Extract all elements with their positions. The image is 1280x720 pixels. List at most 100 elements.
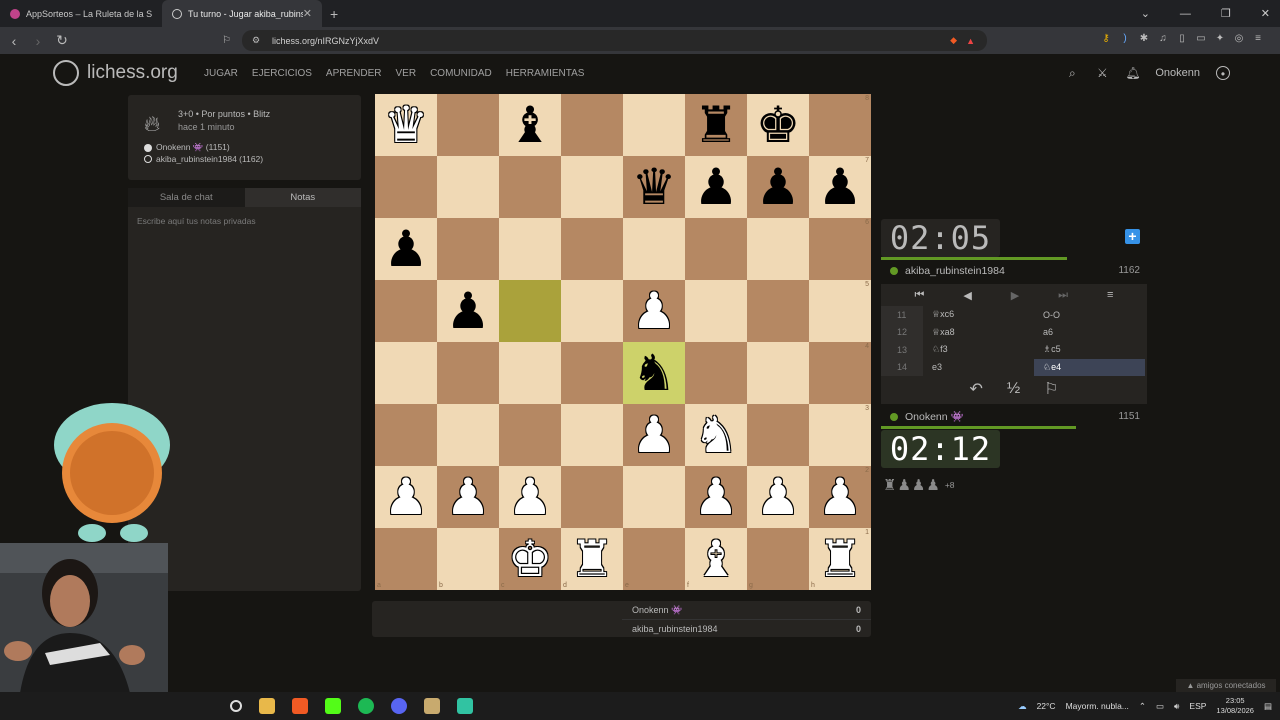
square-a6[interactable]: ♟ [375,218,437,280]
black-pawn-icon[interactable]: ♟ [818,162,863,212]
league-client-icon[interactable] [424,698,440,714]
white-pawn-icon[interactable]: ♟ [632,286,677,336]
square-e1[interactable]: e [623,528,685,590]
black-move[interactable]: ♗c5 [1034,341,1145,359]
square-c3[interactable] [499,404,561,466]
tab-chat-room[interactable]: Sala de chat [128,188,245,207]
square-c1[interactable]: ♚ c [499,528,561,590]
language-indicator[interactable]: ESP [1189,701,1206,711]
square-g5[interactable] [747,280,809,342]
square-c2[interactable]: ♟ [499,466,561,528]
square-d4[interactable] [561,342,623,404]
white-pawn-icon[interactable]: ♟ [818,472,863,522]
square-a5[interactable] [375,280,437,342]
square-d1[interactable]: ♜ d [561,528,623,590]
black-bishop-icon[interactable]: ♝ [508,100,553,150]
prev-move-icon[interactable]: ◀ [963,289,971,302]
white-player-link[interactable]: Onokenn 👾 (1151) [144,142,230,153]
square-e4[interactable]: ♞ [623,342,685,404]
white-pawn-icon[interactable]: ♟ [384,472,429,522]
nav-jugar[interactable]: JUGAR [204,68,238,79]
square-g3[interactable] [747,404,809,466]
square-a8[interactable]: ♛ [375,94,437,156]
square-g6[interactable] [747,218,809,280]
square-b4[interactable] [437,342,499,404]
square-e7[interactable]: ♛ [623,156,685,218]
square-d5[interactable] [561,280,623,342]
square-g4[interactable] [747,342,809,404]
square-c5[interactable] [499,280,561,342]
close-tab-icon[interactable]: ✕ [303,7,312,20]
site-logo[interactable]: lichess.org [53,60,178,86]
square-d3[interactable] [561,404,623,466]
square-c6[interactable] [499,218,561,280]
nav-herramientas[interactable]: HERRAMIENTAS [506,68,585,79]
square-b6[interactable] [437,218,499,280]
menu-hamburger-icon[interactable]: ≡ [1107,289,1113,301]
last-move-icon[interactable]: ⏭ [1058,289,1068,302]
square-g2[interactable]: ♟ [747,466,809,528]
square-c8[interactable]: ♝ [499,94,561,156]
browser-tab-lichess[interactable]: Tu turno - Jugar akiba_rubinst… ✕ [162,0,322,27]
white-pawn-icon[interactable]: ♟ [756,472,801,522]
player-user[interactable]: Onokenn 👾 1151 [881,406,1147,427]
square-h5[interactable]: 5 [809,280,871,342]
white-queen-icon[interactable]: ♛ [384,100,429,150]
vpn-icon[interactable]: ◎ [1233,33,1245,45]
square-h2[interactable]: ♟ 2 [809,466,871,528]
maximize-icon[interactable]: ❐ [1221,7,1231,20]
key-icon[interactable]: ⚷ [1100,33,1112,45]
translate-icon[interactable]: ) [1119,33,1131,45]
notifications-icon[interactable]: ▤ [1264,701,1272,712]
chess-board[interactable]: ♛ ♝ ♜ ♚ 8 ♛ ♟ ♟ ♟ 7 ♟ 6 ♟ ♟ 5 ♞ 4 ♟ ♞ 3 ♟ ♟ ♟ ♟ ♟ ♟ 2 a b ♚ c ♜ d e ♝ f g ♜ 1 h [375,94,871,590]
search-icon[interactable]: ⌕ [1065,66,1079,80]
square-e8[interactable] [623,94,685,156]
browser-tab-appsorteos[interactable]: AppSorteos – La Ruleta de la Suerte [0,0,162,27]
square-f8[interactable]: ♜ [685,94,747,156]
wallet-icon[interactable]: ▭ [1195,33,1207,45]
streamlabs-icon[interactable] [457,698,473,714]
extensions-icon[interactable]: ✱ [1138,33,1150,45]
square-a2[interactable]: ♟ [375,466,437,528]
discord-icon[interactable] [391,698,407,714]
square-f1[interactable]: ♝ f [685,528,747,590]
reload-icon[interactable]: ↻ [52,32,72,49]
address-bar[interactable]: ⚐ ⚙ lichess.org/nIRGNzYjXxdV ◆ ▲ [222,30,987,51]
notes-textarea[interactable]: Escribe aquí tus notas privadas [128,207,361,235]
square-f3[interactable]: ♞ [685,404,747,466]
square-b7[interactable] [437,156,499,218]
square-b3[interactable] [437,404,499,466]
square-a3[interactable] [375,404,437,466]
sidebar-icon[interactable]: ▯ [1176,33,1188,45]
volume-icon[interactable]: 🔊︎ [1174,701,1179,712]
user-menu-name[interactable]: Onokenn [1155,67,1200,79]
opponent-user[interactable]: akiba_rubinstein1984 1162 [881,260,1147,281]
black-pawn-icon[interactable]: ♟ [446,286,491,336]
offer-draw-icon[interactable]: ½ [1007,380,1020,398]
square-e3[interactable]: ♟ [623,404,685,466]
back-arrow-icon[interactable]: ‹ [4,33,24,49]
square-c4[interactable] [499,342,561,404]
minimize-icon[interactable]: — [1180,8,1191,20]
square-h1[interactable]: ♜ 1 h [809,528,871,590]
square-f6[interactable] [685,218,747,280]
challenges-swords-icon[interactable]: ⚔ [1095,66,1109,80]
menu-icon[interactable]: ≡ [1252,33,1264,45]
notifications-bell-icon[interactable]: 🔔︎ [1125,66,1140,80]
square-h7[interactable]: ♟ 7 [809,156,871,218]
square-d6[interactable] [561,218,623,280]
white-rook-icon[interactable]: ♜ [818,534,863,584]
new-tab-button[interactable]: + [330,6,338,22]
nav-ejercicios[interactable]: EJERCICIOS [252,68,312,79]
brave-browser-icon[interactable] [292,698,308,714]
square-b5[interactable]: ♟ [437,280,499,342]
white-pawn-icon[interactable]: ♟ [446,472,491,522]
square-e2[interactable] [623,466,685,528]
square-g1[interactable]: g [747,528,809,590]
square-d8[interactable] [561,94,623,156]
square-e5[interactable]: ♟ [623,280,685,342]
site-info-icon[interactable]: ⚙ [252,35,260,46]
black-pawn-icon[interactable]: ♟ [384,224,429,274]
black-player-link[interactable]: akiba_rubinstein1984 (1162) [144,154,263,164]
black-pawn-icon[interactable]: ♟ [756,162,801,212]
